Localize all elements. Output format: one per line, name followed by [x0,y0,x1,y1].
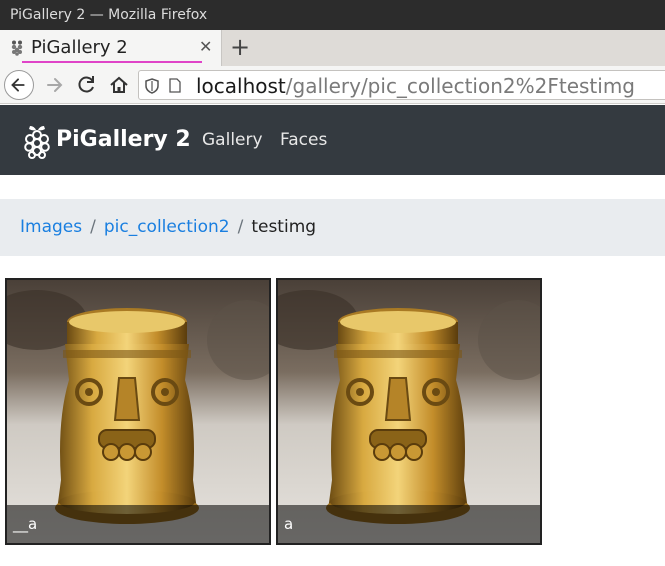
photo-thumbnail[interactable]: __a [5,278,271,545]
tab-active-indicator [22,61,202,63]
photo-caption-bar: __a [7,505,269,543]
page-icon[interactable] [169,78,181,93]
tab-title: PiGallery 2 [31,37,128,58]
photo-caption-bar: a [278,505,540,543]
close-icon[interactable]: ✕ [199,37,212,57]
home-icon[interactable] [104,70,134,100]
url-host: localhost [196,74,286,98]
app-navbar: PiGallery 2 Gallery Faces [0,105,665,175]
raspberry-favicon-icon [11,40,23,56]
app-brand[interactable]: PiGallery 2 [56,126,191,154]
raspberry-logo-icon[interactable] [22,124,52,160]
breadcrumb-separator: / [90,217,96,237]
url-text[interactable]: localhost/gallery/pic_collection2%2Ftest… [196,73,635,99]
breadcrumb: Images / pic_collection2 / testimg [0,199,665,256]
navigation-toolbar: localhost/gallery/pic_collection2%2Ftest… [0,66,665,104]
breadcrumb-separator: / [237,217,244,237]
breadcrumb-current: testimg [251,217,317,237]
url-path: /gallery/pic_collection2%2Ftestimg [285,74,635,98]
photo-thumbnail[interactable]: a [276,278,542,545]
tab-strip: PiGallery 2 ✕ + [0,30,665,66]
photo-caption: a [284,515,294,533]
reload-icon[interactable] [72,70,102,100]
nav-gallery[interactable]: Gallery [202,129,263,151]
url-bar[interactable]: localhost/gallery/pic_collection2%2Ftest… [138,70,665,100]
photo-image [7,280,269,543]
photo-caption: __a [13,515,38,533]
nav-faces[interactable]: Faces [280,129,327,151]
back-arrow-icon[interactable] [4,70,34,100]
tab-pigallery[interactable]: PiGallery 2 ✕ [0,30,222,66]
new-tab-button[interactable]: + [230,33,250,61]
photo-image [278,280,540,543]
breadcrumb-pic-collection2[interactable]: pic_collection2 [104,217,230,237]
window-title: PiGallery 2 — Mozilla Firefox [10,7,208,23]
shield-icon[interactable] [145,78,159,94]
forward-arrow-icon[interactable] [40,70,70,100]
window-title-bar: PiGallery 2 — Mozilla Firefox [0,0,665,30]
breadcrumb-images[interactable]: Images [20,217,82,237]
